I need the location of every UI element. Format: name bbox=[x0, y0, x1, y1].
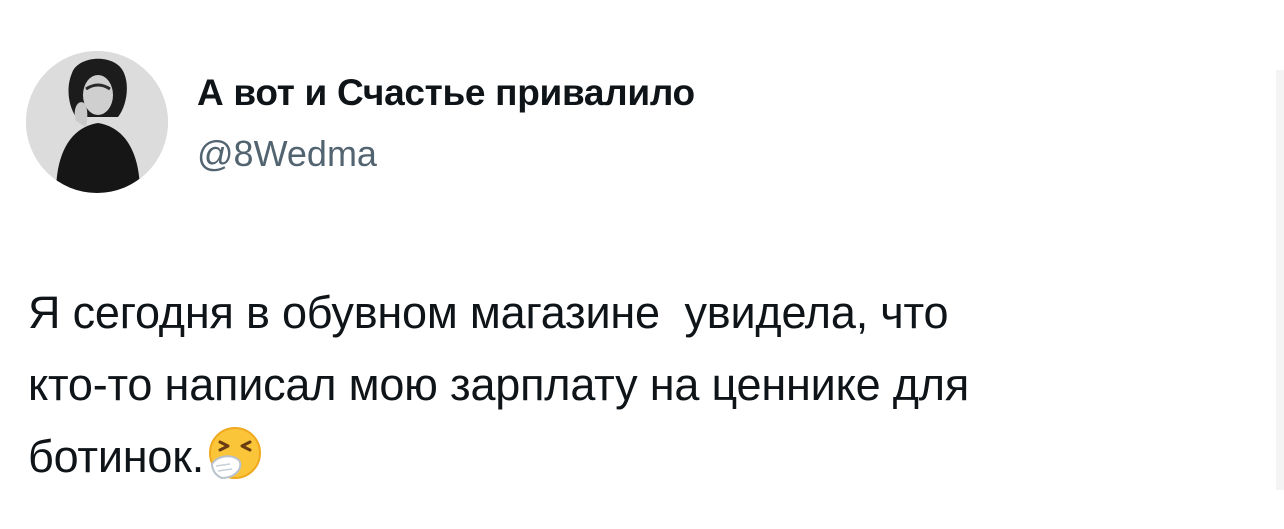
tweet-text-line: Я сегодня в обувном магазине увидела, чт… bbox=[28, 287, 949, 338]
tweet-text-line: кто-то написал мою зарплату на ценнике д… bbox=[28, 359, 970, 410]
tweet-text-line: ботинок. bbox=[28, 421, 1258, 493]
tweet-card: А вот и Счастье привалило @8Wedma Я сего… bbox=[0, 0, 1284, 529]
avatar[interactable] bbox=[26, 51, 168, 193]
author-handle[interactable]: @8Wedma bbox=[197, 133, 377, 175]
scrollbar-track[interactable] bbox=[1276, 70, 1284, 490]
author-display-name[interactable]: А вот и Счастье привалило bbox=[197, 72, 695, 114]
tweet-text-line-content: ботинок. bbox=[28, 431, 205, 482]
tweet-text: Я сегодня в обувном магазине увидела, чт… bbox=[28, 277, 1258, 493]
sneezing-face-icon bbox=[206, 424, 264, 482]
avatar-photo bbox=[26, 51, 168, 193]
